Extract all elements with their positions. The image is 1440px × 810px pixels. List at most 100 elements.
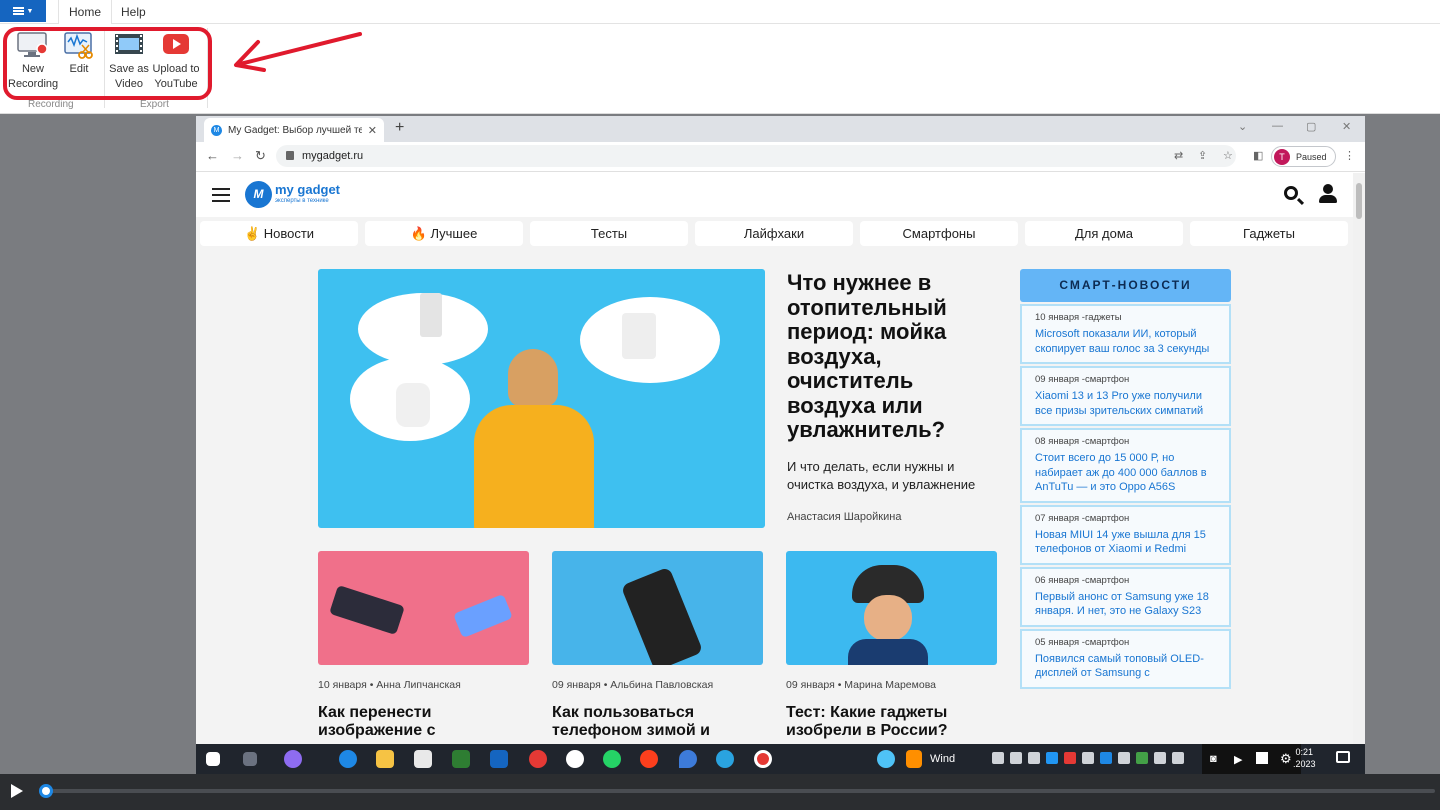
- news-item-meta: 05 января -смартфон: [1035, 636, 1130, 648]
- news-item[interactable]: 08 января -смартфон Стоит всего до 15 00…: [1020, 428, 1231, 503]
- taskbar-window-label[interactable]: Wind: [930, 753, 955, 765]
- hamburger-menu-icon[interactable]: [212, 188, 230, 202]
- close-tab-icon[interactable]: ✕: [368, 124, 377, 137]
- browser-window: M My Gadget: Выбор лучшей техники ✕ + ⌄ …: [196, 116, 1365, 744]
- news-item-link[interactable]: Первый анонс от Samsung уже 18 января. И…: [1035, 590, 1217, 619]
- store-icon[interactable]: [414, 750, 432, 768]
- tray-icon[interactable]: [1082, 752, 1094, 764]
- cortana-icon[interactable]: [284, 750, 302, 768]
- hero-article-author[interactable]: Анастасия Шаройкина: [787, 511, 901, 523]
- nav-category[interactable]: Лайфхаки: [695, 221, 853, 246]
- translate-icon[interactable]: ⇄: [1174, 149, 1183, 162]
- notifications-icon[interactable]: [1336, 751, 1350, 763]
- camera-icon[interactable]: ◙: [1210, 753, 1217, 765]
- tray-icon[interactable]: [1028, 752, 1040, 764]
- system-clock[interactable]: 0:21 .2023: [1293, 746, 1316, 770]
- profile-button[interactable]: T Paused: [1271, 146, 1336, 167]
- excel-icon[interactable]: [452, 750, 470, 768]
- word-icon[interactable]: [490, 750, 508, 768]
- phone-image: [620, 566, 704, 665]
- nav-category[interactable]: 🔥 Лучшее: [365, 221, 523, 246]
- nav-category[interactable]: Для дома: [1025, 221, 1183, 246]
- address-bar[interactable]: mygadget.ru: [276, 145, 1236, 167]
- close-window-icon[interactable]: ✕: [1342, 120, 1351, 133]
- search-icon[interactable]: [1284, 186, 1298, 200]
- yandex-browser-icon[interactable]: [566, 750, 584, 768]
- file-explorer-icon[interactable]: [376, 750, 394, 768]
- article-card-title[interactable]: Как перенести изображение с: [318, 704, 529, 740]
- news-item[interactable]: 09 января -смартфон Xiaomi 13 и 13 Pro у…: [1020, 366, 1231, 426]
- news-item-link[interactable]: Xiaomi 13 и 13 Pro уже получили все приз…: [1035, 389, 1217, 418]
- page-scrollbar[interactable]: [1353, 173, 1365, 744]
- side-panel-icon[interactable]: ◧: [1253, 149, 1263, 162]
- browser-menu-icon[interactable]: ⋮: [1344, 149, 1355, 162]
- nav-category[interactable]: Тесты: [530, 221, 688, 246]
- browser-tab[interactable]: M My Gadget: Выбор лучшей техники ✕: [204, 118, 384, 142]
- news-item[interactable]: 05 января -смартфон Появился самый топов…: [1020, 628, 1231, 689]
- task-view-icon[interactable]: [243, 752, 257, 766]
- article-card-image[interactable]: [318, 551, 529, 665]
- hero-article-title[interactable]: Что нужнее в отопительный период: мойка …: [787, 270, 997, 443]
- hero-article-image[interactable]: [318, 269, 765, 528]
- maximize-icon[interactable]: ▢: [1306, 120, 1316, 133]
- tray-icon[interactable]: [1046, 752, 1058, 764]
- share-icon[interactable]: ⇪: [1198, 149, 1207, 162]
- yandex-icon[interactable]: [640, 750, 658, 768]
- play-icon[interactable]: [11, 784, 23, 798]
- bookmark-star-icon[interactable]: ☆: [1223, 149, 1233, 162]
- man-jacket: [848, 639, 928, 665]
- edge-icon[interactable]: [339, 750, 357, 768]
- tray-icon[interactable]: [1064, 752, 1076, 764]
- tab-help[interactable]: Help: [111, 0, 156, 24]
- man-face: [864, 595, 912, 641]
- news-item-link[interactable]: Стоит всего до 15 000 Р, но набирает аж …: [1035, 451, 1217, 495]
- article-card-title[interactable]: Как пользоваться телефоном зимой и: [552, 704, 763, 740]
- article-card-image[interactable]: [786, 551, 997, 665]
- nav-category[interactable]: ✌ Новости: [200, 221, 358, 246]
- scrollbar-thumb[interactable]: [1356, 183, 1362, 219]
- news-item-link[interactable]: Появился самый топовый OLED-дисплей от S…: [1035, 652, 1217, 681]
- user-account-icon[interactable]: [1319, 184, 1337, 204]
- news-item[interactable]: 06 января -смартфон Первый анонс от Sams…: [1020, 566, 1231, 627]
- reload-icon[interactable]: ↻: [255, 148, 266, 164]
- nav-category[interactable]: Гаджеты: [1190, 221, 1348, 246]
- whatsapp-icon[interactable]: [603, 750, 621, 768]
- tab-search-icon[interactable]: ⌄: [1238, 120, 1247, 133]
- video-camera-icon[interactable]: ▶: [1234, 753, 1242, 766]
- tray-icon[interactable]: [1010, 752, 1022, 764]
- annotation-arrow-icon: [234, 32, 362, 72]
- tray-icon[interactable]: [1154, 752, 1166, 764]
- app-menu-button[interactable]: ▼: [0, 0, 46, 22]
- tray-icon[interactable]: [992, 752, 1004, 764]
- recorder-app-icon[interactable]: [754, 750, 772, 768]
- site-logo-name[interactable]: my gadget: [275, 182, 340, 197]
- nav-category[interactable]: Смартфоны: [860, 221, 1018, 246]
- site-logo-icon[interactable]: M: [245, 181, 272, 208]
- app-icon[interactable]: [679, 750, 697, 768]
- wifi-icon[interactable]: [1172, 752, 1184, 764]
- gear-icon[interactable]: ⚙: [1280, 751, 1292, 767]
- back-icon[interactable]: ←: [206, 148, 219, 163]
- article-card-image[interactable]: [552, 551, 763, 665]
- seek-bar[interactable]: [40, 789, 1435, 793]
- tray-icon[interactable]: [1118, 752, 1130, 764]
- new-tab-button[interactable]: +: [395, 119, 404, 137]
- news-item[interactable]: 10 января -гаджеты Microsoft показали ИИ…: [1020, 304, 1231, 364]
- article-card-title[interactable]: Тест: Какие гаджеты изобрели в России?: [786, 704, 997, 740]
- forward-icon[interactable]: →: [231, 148, 244, 163]
- windows-start-icon[interactable]: [206, 752, 220, 766]
- seek-handle[interactable]: [39, 784, 53, 798]
- chrome-icon[interactable]: [529, 750, 547, 768]
- news-item-link[interactable]: Новая MIUI 14 уже вышла для 15 телефонов…: [1035, 528, 1217, 557]
- tab-home[interactable]: Home: [58, 0, 113, 24]
- stop-icon[interactable]: [1256, 752, 1268, 764]
- news-item-link[interactable]: Microsoft показали ИИ, который скопирует…: [1035, 327, 1217, 356]
- smart-news-sidebar: СМАРТ-НОВОСТИ 10 января -гаджеты Microso…: [1020, 269, 1232, 744]
- tray-icon[interactable]: [1136, 752, 1148, 764]
- help-icon[interactable]: [877, 750, 895, 768]
- vlc-icon[interactable]: [906, 750, 922, 768]
- telegram-icon[interactable]: [716, 750, 734, 768]
- bluetooth-icon[interactable]: [1100, 752, 1112, 764]
- minimize-icon[interactable]: —: [1272, 120, 1283, 132]
- news-item[interactable]: 07 января -смартфон Новая MIUI 14 уже вы…: [1020, 504, 1231, 565]
